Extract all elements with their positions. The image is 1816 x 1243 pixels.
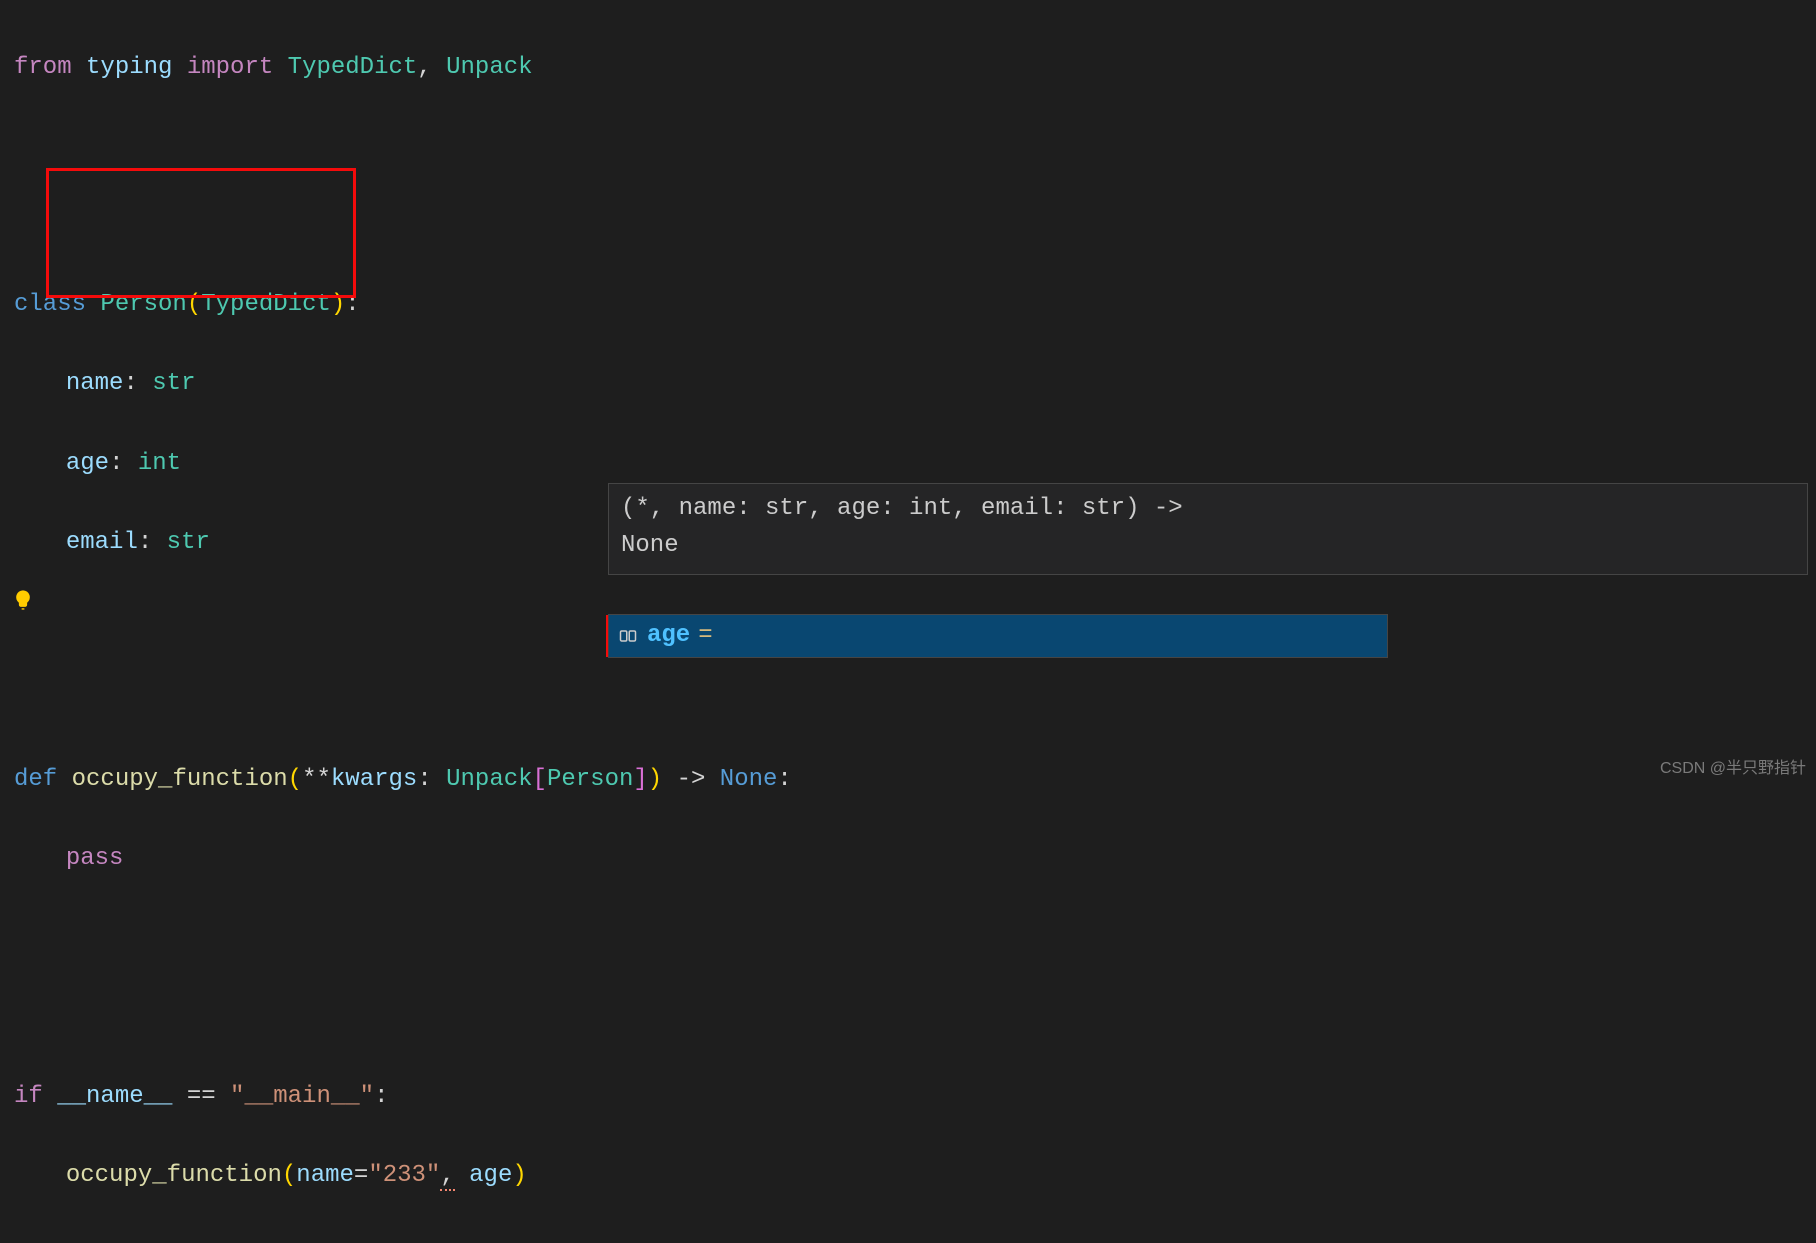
comma: , xyxy=(417,54,431,81)
keyword-from: from xyxy=(14,54,72,81)
colon: : xyxy=(123,370,137,397)
colon: : xyxy=(374,1083,388,1110)
colon: : xyxy=(777,766,791,793)
stars: ** xyxy=(302,766,331,793)
colon: : xyxy=(109,450,123,477)
paren-close: ) xyxy=(331,291,345,318)
type-person: Person xyxy=(547,766,633,793)
none-type: None xyxy=(720,766,778,793)
colon: : xyxy=(138,529,152,556)
lightbulb-icon[interactable] xyxy=(12,586,34,608)
keyword-pass: pass xyxy=(66,845,124,872)
dunder-name: __name__ xyxy=(57,1083,172,1110)
bracket-open: [ xyxy=(533,766,547,793)
paren-open: ( xyxy=(282,1162,296,1189)
colon: : xyxy=(345,291,359,318)
type-annotation: int xyxy=(138,450,181,477)
signature-return: None xyxy=(621,532,679,559)
autocomplete-popup[interactable]: age= xyxy=(608,614,1388,658)
autocomplete-equals: = xyxy=(698,616,712,656)
field-name: email xyxy=(66,529,138,556)
arrow: -> xyxy=(662,766,720,793)
paren-open: ( xyxy=(187,291,201,318)
class-name: Person xyxy=(100,291,186,318)
import-item: Unpack xyxy=(446,54,532,81)
code-line[interactable]: class Person(TypedDict): xyxy=(14,285,1802,325)
code-line[interactable]: from typing import TypedDict, Unpack xyxy=(14,48,1802,88)
function-call: occupy_function xyxy=(66,1162,282,1189)
code-line[interactable]: if __name__ == "__main__": xyxy=(14,1077,1802,1117)
code-line[interactable]: def occupy_function(**kwargs: Unpack[Per… xyxy=(14,760,1802,800)
type-annotation: str xyxy=(152,370,195,397)
type-unpack: Unpack xyxy=(446,766,532,793)
module-name: typing xyxy=(86,54,172,81)
import-item: TypedDict xyxy=(288,54,418,81)
operator-eq: == xyxy=(172,1083,230,1110)
watermark-text: CSDN @半只野指针 xyxy=(1660,756,1806,782)
field-name: name xyxy=(66,370,124,397)
string-main: "__main__" xyxy=(230,1083,374,1110)
paren-open: ( xyxy=(288,766,302,793)
autocomplete-label: age xyxy=(647,616,690,656)
kwarg-name: name xyxy=(296,1162,354,1189)
type-annotation: str xyxy=(167,529,210,556)
code-line[interactable]: name: str xyxy=(14,364,1802,404)
paren-close: ) xyxy=(648,766,662,793)
keyword-if: if xyxy=(14,1083,43,1110)
param-kwargs: kwargs xyxy=(331,766,417,793)
code-line[interactable] xyxy=(14,919,1802,959)
function-name: occupy_function xyxy=(72,766,288,793)
code-line[interactable]: pass xyxy=(14,839,1802,879)
string-literal: "233" xyxy=(368,1162,440,1189)
keyword-import: import xyxy=(187,54,273,81)
comma: , xyxy=(440,1162,454,1191)
keyword-class: class xyxy=(14,291,86,318)
autocomplete-item[interactable]: age= xyxy=(609,615,1387,657)
signature-text: (*, name: str, age: int, email: str) -> xyxy=(621,495,1183,522)
code-line[interactable] xyxy=(14,206,1802,246)
colon: : xyxy=(417,766,431,793)
keyword-def: def xyxy=(14,766,57,793)
signature-help-tooltip: (*, name: str, age: int, email: str) -> … xyxy=(608,483,1808,575)
equals: = xyxy=(354,1162,368,1189)
field-name: age xyxy=(66,450,109,477)
code-line[interactable] xyxy=(14,681,1802,721)
code-line[interactable]: age: int xyxy=(14,444,1802,484)
code-line[interactable]: occupy_function(name="233", age) xyxy=(14,1156,1802,1196)
code-line[interactable] xyxy=(14,127,1802,167)
bracket-close: ] xyxy=(633,766,647,793)
base-class: TypedDict xyxy=(201,291,331,318)
paren-close: ) xyxy=(512,1162,526,1189)
kwarg-age: age xyxy=(469,1162,512,1189)
variable-icon xyxy=(617,625,639,647)
code-line[interactable] xyxy=(14,998,1802,1038)
